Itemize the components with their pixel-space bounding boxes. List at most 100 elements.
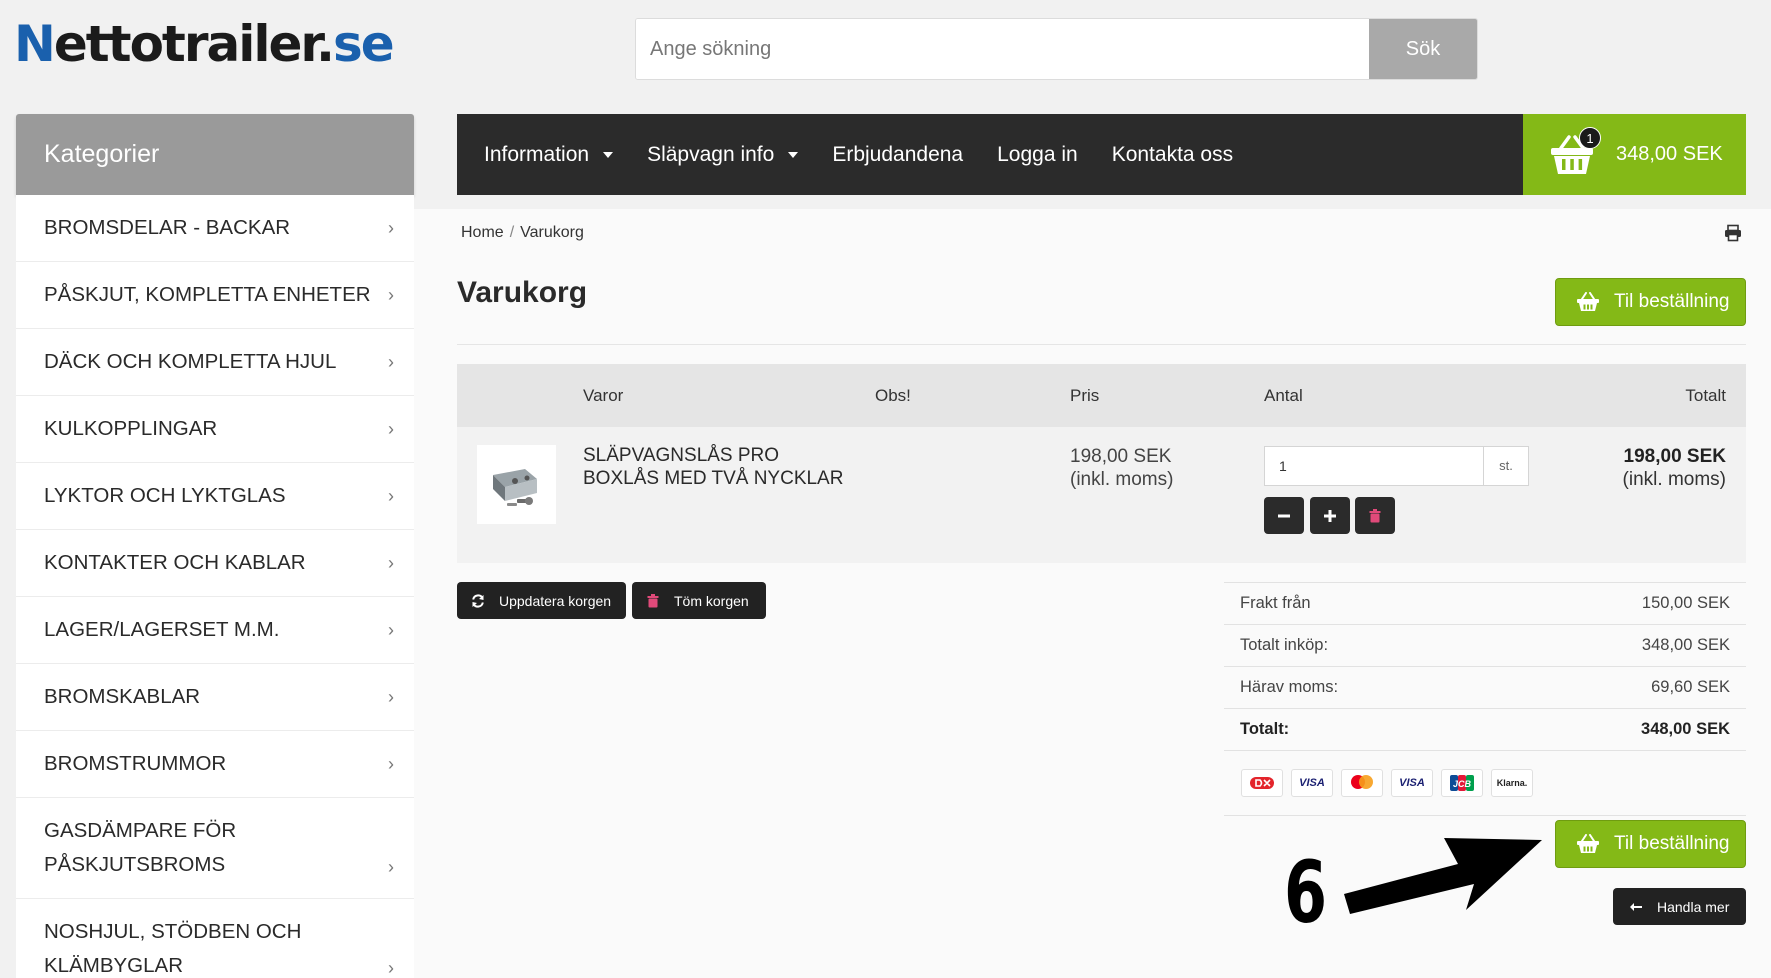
product-image[interactable] <box>477 445 556 524</box>
sidebar-item-label: KONTAKTER OCH KABLAR <box>44 551 306 574</box>
continue-shopping-button[interactable]: Handla mer <box>1613 888 1746 925</box>
sidebar-item-label: LAGER/LAGERSET M.M. <box>44 618 280 641</box>
sidebar-item-dack[interactable]: DÄCK OCH KOMPLETTA HJUL › <box>16 329 414 396</box>
chevron-right-icon: › <box>388 958 394 978</box>
visa-electron-icon: VISA <box>1291 769 1333 797</box>
summary-shipping: Frakt från 150,00 SEK <box>1224 582 1746 624</box>
sidebar-item-lager[interactable]: LAGER/LAGERSET M.M. › <box>16 597 414 664</box>
dankort-icon <box>1241 769 1283 797</box>
cart-table: Varor Obs! Pris Antal Totalt SLÄPVAGNSLÅ… <box>457 364 1746 563</box>
search-input[interactable] <box>636 19 1369 79</box>
checkout-button-top[interactable]: Til beställning <box>1555 278 1746 326</box>
sidebar-item-label: BROMSTRUMMOR <box>44 752 227 775</box>
order-summary: Frakt från 150,00 SEK Totalt inköp: 348,00… <box>1224 582 1746 816</box>
mastercard-icon <box>1341 769 1383 797</box>
chevron-right-icon: › <box>388 619 394 640</box>
sidebar-item-lyktor[interactable]: LYKTOR OCH LYKTGLAS › <box>16 463 414 530</box>
nav-slapvagn-info[interactable]: Släpvagn info <box>630 143 815 167</box>
sidebar-item-label: GASDÄMPARE FÖR PÅSKJUTSBROMS <box>44 819 237 876</box>
header-note: Obs! <box>875 386 911 405</box>
summary-vat: Härav moms: 69,60 SEK <box>1224 666 1746 708</box>
jcb-icon: JCB <box>1441 769 1483 797</box>
visa-icon: VISA <box>1391 769 1433 797</box>
annotation-step-number: 6 <box>1284 843 1328 943</box>
header-cart-button[interactable]: 1 348,00 SEK <box>1523 114 1746 195</box>
minus-icon <box>1278 514 1290 518</box>
header-total: Totalt <box>1685 386 1726 405</box>
sidebar-item-kulkopplingar[interactable]: KULKOPPLINGAR › <box>16 396 414 463</box>
breadcrumb-current: Varukorg <box>520 224 584 241</box>
table-header: Varor Obs! Pris Antal Totalt <box>457 364 1746 427</box>
update-cart-button[interactable]: Uppdatera korgen <box>457 582 626 619</box>
sidebar-item-label: BROMSDELAR - BACKAR <box>44 216 291 239</box>
sidebar-item-bromskablar[interactable]: BROMSKABLAR › <box>16 664 414 731</box>
sidebar-item-label: DÄCK OCH KOMPLETTA HJUL <box>44 350 337 373</box>
summary-total: Totalt: 348,00 SEK <box>1224 708 1746 750</box>
arrow-left-icon <box>1630 902 1642 911</box>
increase-quantity-button[interactable] <box>1310 497 1350 534</box>
svg-text:JCB: JCB <box>1453 779 1472 789</box>
nav-information[interactable]: Information <box>457 143 630 167</box>
cart-total: 348,00 SEK <box>1616 143 1723 165</box>
breadcrumb-home[interactable]: Home <box>461 224 504 241</box>
empty-cart-button[interactable]: Töm korgen <box>632 582 766 619</box>
plus-icon <box>1324 509 1336 522</box>
search-button[interactable]: Sök <box>1369 19 1477 79</box>
chevron-right-icon: › <box>388 418 394 439</box>
page-title: Varukorg <box>457 276 588 309</box>
site-logo[interactable]: Nettotrailer.se <box>14 14 395 74</box>
search-bar: Sök <box>635 18 1478 80</box>
print-icon[interactable] <box>1724 224 1742 242</box>
header-items: Varor <box>583 386 624 405</box>
caret-down-icon <box>603 151 614 158</box>
sidebar-item-label: NOSHJUL, STÖDBEN OCH KLÄMBYGLAR <box>44 920 302 977</box>
sidebar-item-gasdampare[interactable]: GASDÄMPARE FÖR PÅSKJUTSBROMS › <box>16 798 414 899</box>
sidebar-item-label: KULKOPPLINGAR <box>44 417 218 440</box>
annotation-arrow-icon <box>1344 838 1542 914</box>
cart-count-badge: 1 <box>1579 127 1601 149</box>
checkout-button-bottom[interactable]: Til beställning <box>1555 820 1746 868</box>
remove-item-button[interactable] <box>1355 497 1395 534</box>
sidebar-item-label: BROMSKABLAR <box>44 685 201 708</box>
chevron-right-icon: › <box>388 686 394 707</box>
nav-erbjudandena[interactable]: Erbjudandena <box>815 143 980 167</box>
chevron-right-icon: › <box>388 753 394 774</box>
sidebar-title: Kategorier <box>16 114 414 195</box>
quantity-unit: st. <box>1483 447 1528 485</box>
sidebar-item-label: LYKTOR OCH LYKTGLAS <box>44 484 286 507</box>
header-qty: Antal <box>1264 386 1303 405</box>
sidebar-item-bromsdelar[interactable]: BROMSDELAR - BACKAR › <box>16 195 414 262</box>
sidebar-item-label: PÅSKJUT, KOMPLETTA ENHETER <box>44 283 371 306</box>
caret-down-icon <box>788 151 799 158</box>
divider <box>457 344 1746 345</box>
trailer-lock-image <box>493 469 537 506</box>
breadcrumb: Home / Varukorg <box>461 224 584 241</box>
klarna-icon: Klarna. <box>1491 769 1533 797</box>
trash-icon <box>1369 508 1381 523</box>
sidebar-item-kontakter[interactable]: KONTAKTER OCH KABLAR › <box>16 530 414 597</box>
chevron-right-icon: › <box>388 217 394 238</box>
decrease-quantity-button[interactable] <box>1264 497 1304 534</box>
nav-kontakta-oss[interactable]: Kontakta oss <box>1095 143 1250 167</box>
basket-icon <box>1577 834 1599 853</box>
sidebar-item-bromstrummor[interactable]: BROMSTRUMMOR › <box>16 731 414 798</box>
chevron-right-icon: › <box>388 485 394 506</box>
refresh-icon <box>472 593 484 608</box>
quantity-input[interactable] <box>1265 447 1483 485</box>
nav-logga-in[interactable]: Logga in <box>980 143 1095 167</box>
product-price: 198,00 SEK (inkl. moms) <box>1070 446 1174 490</box>
basket-icon <box>1577 292 1599 311</box>
chevron-right-icon: › <box>388 552 394 573</box>
row-total: 198,00 SEK (inkl. moms) <box>1622 446 1726 490</box>
trash-icon <box>647 593 659 607</box>
sidebar-item-noshjul[interactable]: NOSHJUL, STÖDBEN OCH KLÄMBYGLAR › <box>16 899 414 978</box>
quantity-field: st. <box>1264 446 1529 486</box>
chevron-right-icon: › <box>388 857 394 877</box>
summary-subtotal: Totalt inköp: 348,00 SEK <box>1224 624 1746 666</box>
chevron-right-icon: › <box>388 351 394 372</box>
category-sidebar: Kategorier BROMSDELAR - BACKAR › PÅSKJUT,… <box>16 114 414 978</box>
sidebar-item-paskjut[interactable]: PÅSKJUT, KOMPLETTA ENHETER › <box>16 262 414 329</box>
product-name[interactable]: SLÄPVAGNSLÅS PRO BOXLÅS MED TVÅ NYCKLAR <box>583 444 843 490</box>
chevron-right-icon: › <box>388 284 394 305</box>
header-price: Pris <box>1070 386 1100 405</box>
